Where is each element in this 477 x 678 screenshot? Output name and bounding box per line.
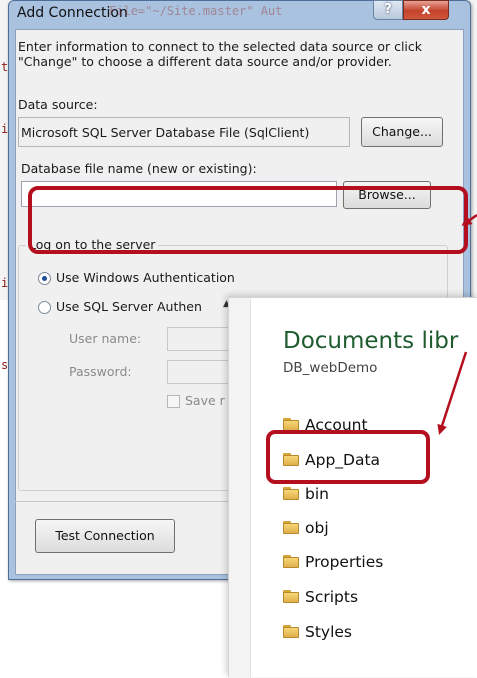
folder-item-bin[interactable]: bin	[275, 480, 475, 510]
title-overlay-code: File="~/Site.master" Aut	[109, 4, 283, 18]
library-heading: Documents libr	[283, 328, 459, 354]
folder-icon	[283, 487, 299, 500]
close-button[interactable]: x	[403, 0, 449, 20]
library-subheading: DB_webDemo	[283, 360, 378, 376]
save-password-checkbox[interactable]	[167, 395, 180, 408]
password-input[interactable]	[167, 360, 237, 384]
sql-auth-radio[interactable]	[38, 301, 51, 314]
folder-item-properties[interactable]: Properties	[275, 548, 475, 578]
folder-label: Styles	[305, 623, 353, 641]
folder-item-obj[interactable]: obj	[275, 514, 475, 544]
folder-item-styles[interactable]: Styles	[275, 618, 475, 648]
folder-icon	[283, 590, 299, 603]
user-name-input[interactable]	[167, 327, 237, 351]
data-source-label: Data source:	[18, 97, 98, 112]
test-connection-button[interactable]: Test Connection	[35, 519, 175, 553]
folder-icon	[283, 555, 299, 568]
folder-label: Scripts	[305, 588, 359, 606]
radio-selected-dot	[42, 276, 47, 281]
data-source-value: Microsoft SQL Server Database File (SqlC…	[21, 125, 310, 140]
sql-auth-label[interactable]: Use SQL Server Authen	[56, 299, 202, 314]
database-file-label: Database file name (new or existing):	[21, 161, 257, 176]
highlight-app-data	[266, 430, 430, 484]
title-bar[interactable]: Add Connection File="~/Site.master" Aut …	[9, 0, 470, 27]
folder-label: Properties	[305, 553, 384, 571]
folder-label: obj	[305, 519, 329, 537]
explorer-nav-strip	[229, 298, 251, 678]
windows-auth-radio[interactable]	[38, 272, 51, 285]
user-name-label: User name:	[69, 331, 142, 346]
folder-icon	[283, 625, 299, 638]
change-button[interactable]: Change...	[361, 117, 443, 147]
intro-text: Enter information to connect to the sele…	[18, 39, 423, 69]
folder-icon	[283, 521, 299, 534]
explorer-window: Documents libr DB_webDemo Account App_Da…	[228, 297, 477, 678]
folder-item-scripts[interactable]: Scripts	[275, 583, 475, 613]
help-button[interactable]: ?	[373, 0, 403, 20]
windows-auth-label[interactable]: Use Windows Authentication	[56, 270, 235, 285]
folder-label: bin	[305, 485, 329, 503]
highlight-database-file	[28, 186, 468, 254]
save-password-label: Save r	[185, 393, 225, 408]
password-label: Password:	[69, 364, 132, 379]
